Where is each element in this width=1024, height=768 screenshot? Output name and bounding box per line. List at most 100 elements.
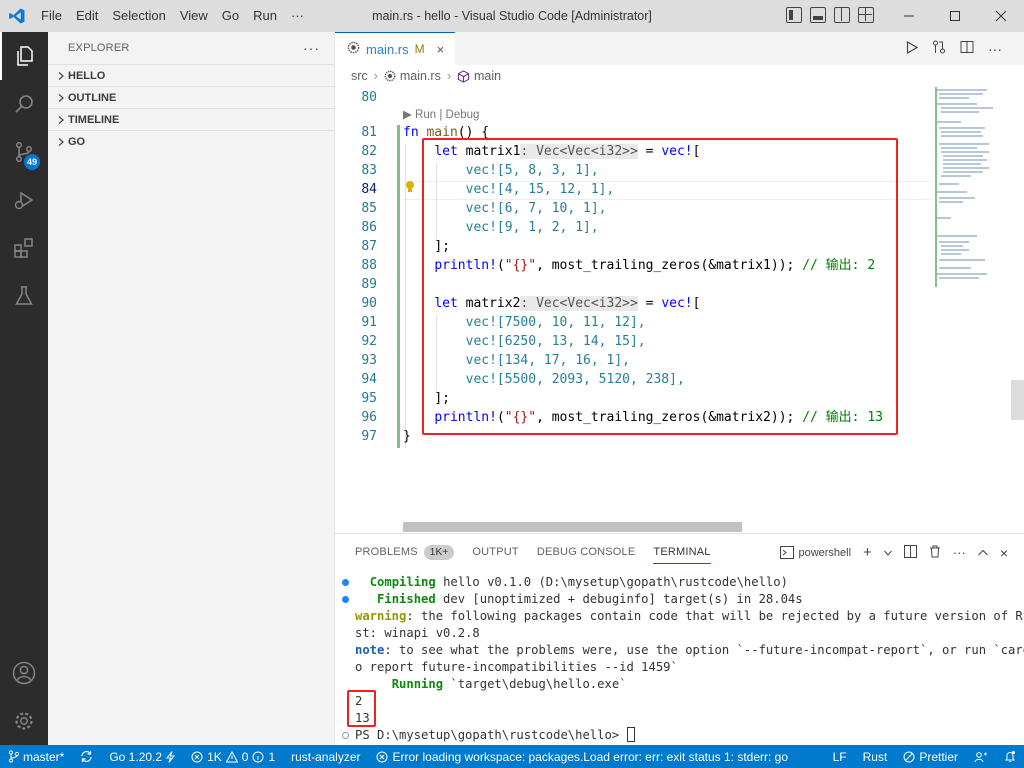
tab-output[interactable]: OUTPUT <box>472 546 518 558</box>
minimap[interactable] <box>935 87 1017 287</box>
language-mode[interactable]: Rust <box>855 750 896 764</box>
command-decoration-icon[interactable] <box>342 579 349 586</box>
title-bar: File Edit Selection View Go Run ··· main… <box>0 0 1024 32</box>
rust-analyzer-status[interactable]: rust-analyzer <box>283 750 368 764</box>
customize-layout-icon[interactable] <box>858 7 874 23</box>
tab-debug-console[interactable]: DEBUG CONSOLE <box>537 546 636 558</box>
sync-icon[interactable] <box>72 750 101 763</box>
menu-more[interactable]: ··· <box>284 0 311 32</box>
breadcrumb-folder[interactable]: src <box>351 69 368 83</box>
section-label: HELLO <box>68 69 106 82</box>
line-number: 97 <box>361 429 377 444</box>
close-window-icon[interactable] <box>978 0 1024 32</box>
breadcrumb-symbol[interactable]: main <box>457 69 501 83</box>
chevron-right-icon <box>54 93 68 102</box>
menu-selection[interactable]: Selection <box>105 0 172 32</box>
toggle-panel-icon[interactable] <box>810 7 826 23</box>
run-debug-icon[interactable] <box>0 176 48 224</box>
line-number: 88 <box>361 258 377 273</box>
split-editor-icon[interactable] <box>960 40 974 57</box>
panel-actions: powershell + ··· × <box>780 544 1008 561</box>
menu-go[interactable]: Go <box>215 0 246 32</box>
split-terminal-icon[interactable] <box>903 544 917 561</box>
vscode-logo-icon <box>0 0 34 32</box>
go-version[interactable]: Go 1.20.2 <box>101 750 183 764</box>
terminal-shell-selector[interactable]: powershell <box>780 546 851 559</box>
code-line-97: } <box>403 429 411 444</box>
eol-indicator[interactable]: LF <box>825 750 855 764</box>
status-bar-right: LF Rust Prettier <box>825 745 1024 768</box>
search-icon[interactable] <box>0 80 48 128</box>
line-number: 80 <box>361 90 377 105</box>
testing-flask-icon[interactable] <box>0 272 48 320</box>
close-panel-icon[interactable]: × <box>1000 545 1008 561</box>
workspace-error-text: Error loading workspace: packages.Load e… <box>392 749 789 764</box>
source-control-icon[interactable]: 49 <box>0 128 48 176</box>
menu-edit[interactable]: Edit <box>69 0 105 32</box>
line-number-current: 84 <box>361 182 377 197</box>
tab-main-rs[interactable]: main.rs M × <box>335 32 455 65</box>
tab-close-icon[interactable]: × <box>437 42 445 57</box>
run-debug-codelens[interactable]: ▶ Run | Debug <box>403 108 479 122</box>
command-decoration-icon[interactable] <box>342 596 349 603</box>
new-terminal-icon[interactable]: + <box>863 544 872 561</box>
editor-actions: ··· <box>906 40 1002 57</box>
terminal-cursor <box>626 727 635 742</box>
chevron-down-icon[interactable] <box>883 547 892 559</box>
explorer-icon[interactable] <box>0 32 48 80</box>
section-outline[interactable]: OUTLINE <box>48 86 334 108</box>
open-changes-icon[interactable] <box>932 40 946 57</box>
settings-gear-icon[interactable] <box>0 697 48 745</box>
toggle-primary-sidebar-icon[interactable] <box>786 7 802 23</box>
accounts-icon[interactable] <box>0 649 48 697</box>
workspace-error-message[interactable]: Error loading workspace: packages.Load e… <box>368 750 808 764</box>
error-icon <box>191 751 203 762</box>
command-decoration-icon[interactable] <box>342 732 349 739</box>
tab-modified-status: M <box>414 42 425 56</box>
section-timeline[interactable]: TIMELINE <box>48 108 334 130</box>
menu-run[interactable]: Run <box>246 0 284 32</box>
prettier-status[interactable]: Prettier <box>895 750 966 764</box>
terminal-icon <box>780 546 795 559</box>
extensions-icon[interactable] <box>0 224 48 272</box>
info-icon <box>252 751 264 762</box>
notifications-bell-icon[interactable] <box>996 750 1024 763</box>
section-label: GO <box>68 135 86 148</box>
method-cube-icon <box>457 69 470 83</box>
line-number: 83 <box>361 163 377 178</box>
lightbulb-icon[interactable] <box>405 180 415 197</box>
scm-count-badge: 49 <box>24 154 41 170</box>
terminal-line: o report future-incompatibilities --id 1… <box>355 660 678 674</box>
line-number: 85 <box>361 201 377 216</box>
horizontal-scrollbar[interactable] <box>403 522 742 532</box>
terminal-line: Finished dev [unoptimized + debuginfo] t… <box>377 592 803 606</box>
output-highlight-annotation <box>347 690 376 727</box>
toggle-secondary-sidebar-icon[interactable] <box>834 7 850 23</box>
line-number: 94 <box>361 372 377 387</box>
run-icon[interactable] <box>906 40 919 57</box>
menu-bar: File Edit Selection View Go Run ··· <box>34 0 311 32</box>
shell-name: powershell <box>798 546 852 559</box>
problems-summary[interactable]: 1K 0 1 <box>183 750 283 764</box>
menu-view[interactable]: View <box>173 0 215 32</box>
minimize-icon[interactable] <box>886 0 932 32</box>
explorer-header: EXPLORER ··· <box>48 32 334 64</box>
line-number: 86 <box>361 220 377 235</box>
maximize-panel-icon[interactable] <box>977 547 988 559</box>
section-go[interactable]: GO <box>48 130 334 152</box>
maximize-icon[interactable] <box>932 0 978 32</box>
line-number: 93 <box>361 353 377 368</box>
tab-problems[interactable]: PROBLEMS <box>355 546 418 558</box>
bottom-panel: PROBLEMS 1K+ OUTPUT DEBUG CONSOLE TERMIN… <box>335 533 1024 745</box>
feedback-icon[interactable] <box>966 750 996 763</box>
explorer-more-actions[interactable]: ··· <box>303 40 320 56</box>
vertical-scrollbar-thumb[interactable] <box>1011 380 1024 420</box>
menu-file[interactable]: File <box>34 0 69 32</box>
editor-more-icon[interactable]: ··· <box>988 41 1002 57</box>
tab-terminal[interactable]: TERMINAL <box>653 546 711 564</box>
breadcrumb-file[interactable]: main.rs <box>384 69 441 83</box>
trash-icon[interactable] <box>929 545 941 561</box>
section-hello[interactable]: HELLO <box>48 64 334 86</box>
panel-more-icon[interactable]: ··· <box>953 545 966 560</box>
branch-indicator[interactable]: master* <box>0 750 72 764</box>
